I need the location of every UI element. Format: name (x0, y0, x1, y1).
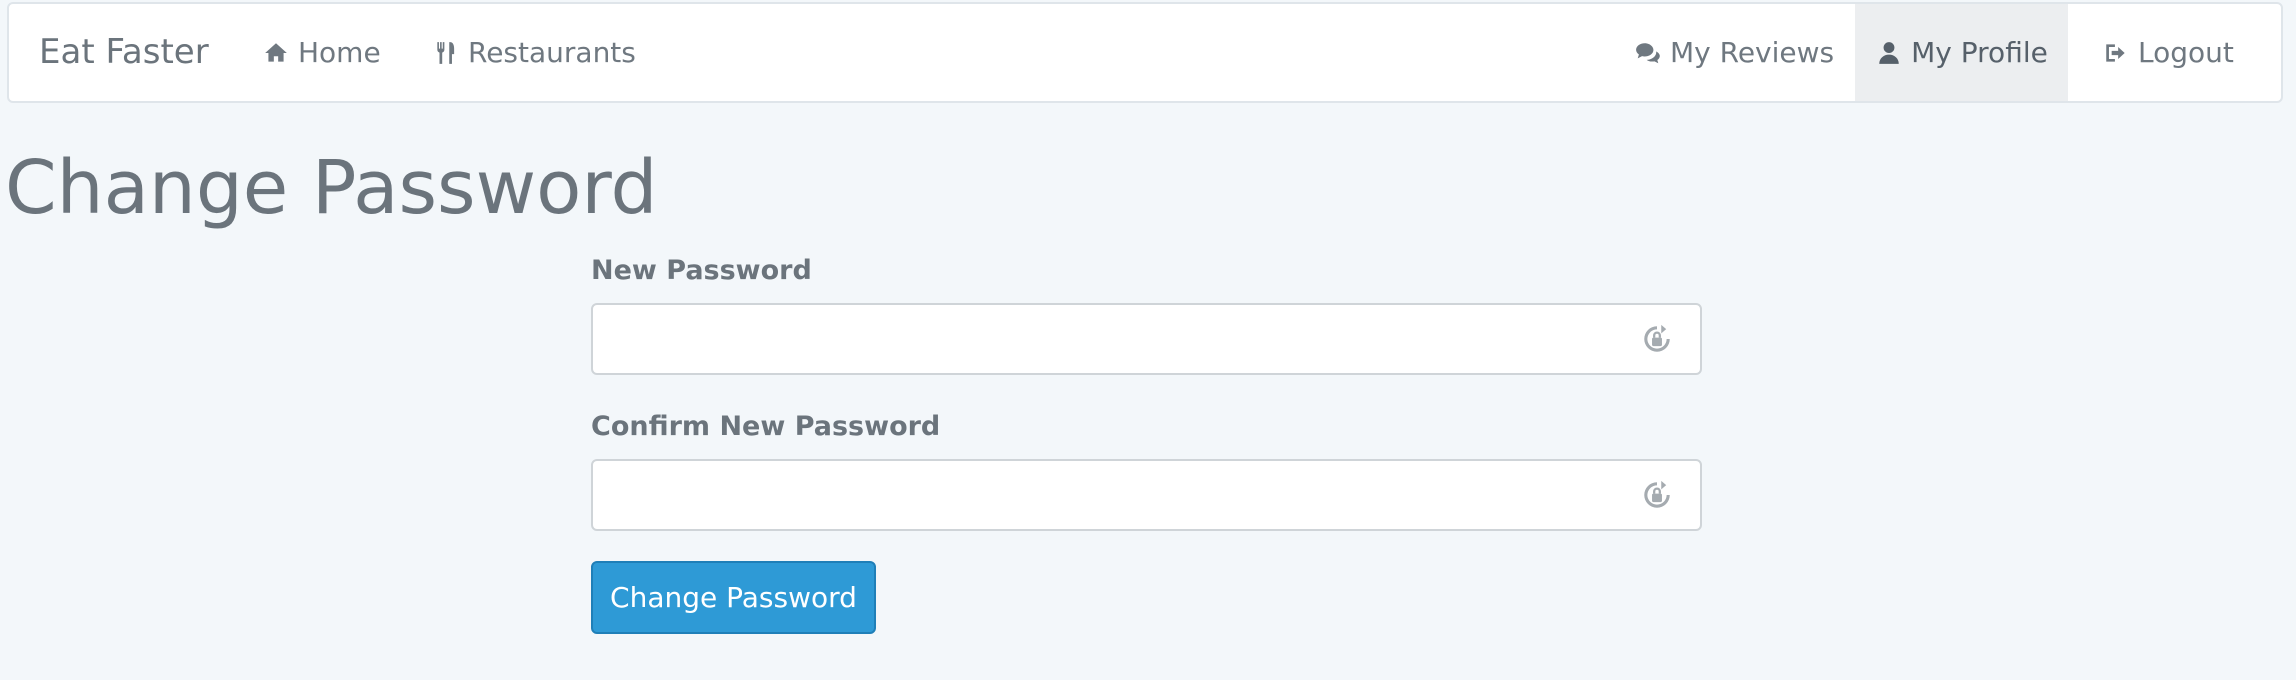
brand-link[interactable]: Eat Faster (39, 4, 209, 101)
logout-icon (2102, 39, 2130, 67)
top-navbar: Eat Faster Home Restaurants My Reviews M… (7, 2, 2283, 103)
cutlery-icon (432, 39, 460, 67)
nav-item-label: Restaurants (468, 36, 636, 69)
new-password-field-wrapper (591, 303, 1702, 375)
nav-item-home[interactable]: Home (262, 4, 381, 101)
nav-item-label: Logout (2138, 36, 2234, 69)
change-password-button[interactable]: Change Password (591, 561, 876, 634)
nav-item-label: Home (298, 36, 381, 69)
home-icon (262, 39, 290, 67)
new-password-input[interactable] (593, 305, 1593, 373)
nav-item-restaurants[interactable]: Restaurants (432, 4, 636, 101)
nav-item-my-profile[interactable]: My Profile (1855, 4, 2068, 101)
nav-item-label: My Profile (1911, 36, 2048, 69)
confirm-password-field-wrapper (591, 459, 1702, 531)
nav-item-my-reviews[interactable]: My Reviews (1634, 4, 1834, 101)
confirm-password-input[interactable] (593, 461, 1593, 529)
nav-item-logout[interactable]: Logout (2102, 4, 2234, 101)
confirm-password-label: Confirm New Password (591, 411, 941, 442)
password-manager-icon[interactable] (1640, 478, 1674, 512)
nav-item-label: My Reviews (1670, 36, 1835, 69)
password-manager-icon[interactable] (1640, 322, 1674, 356)
new-password-label: New Password (591, 255, 812, 286)
comments-icon (1634, 39, 1662, 67)
user-icon (1875, 39, 1903, 67)
page-title: Change Password (5, 145, 658, 231)
